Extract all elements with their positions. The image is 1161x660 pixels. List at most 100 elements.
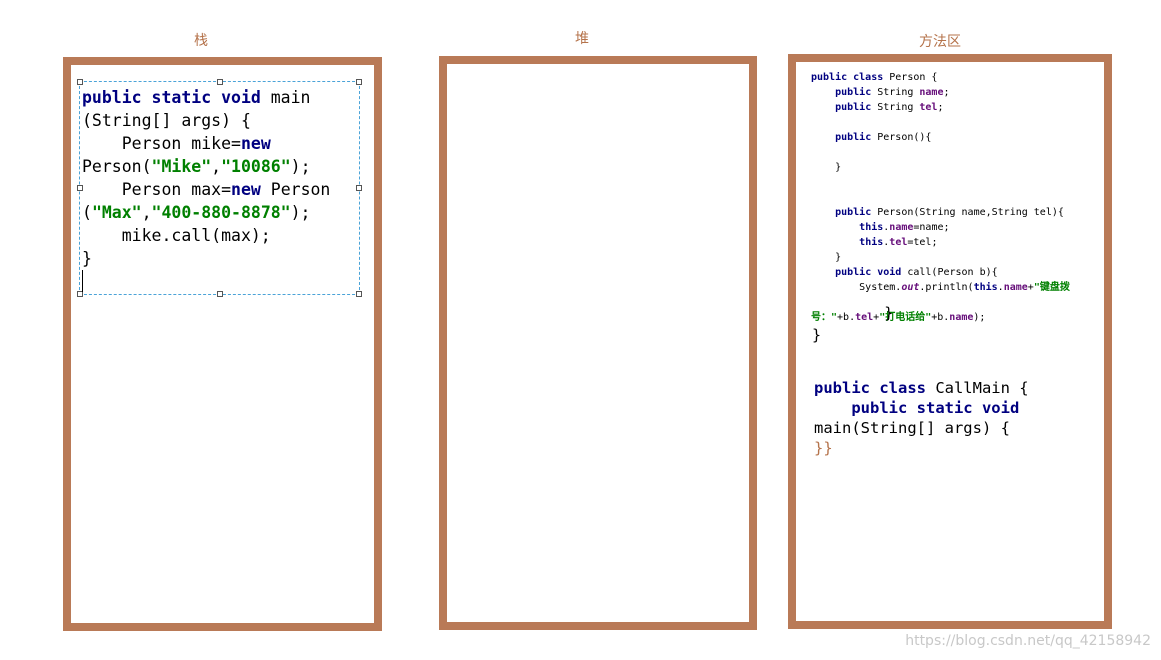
code-line: public Person(){ (811, 130, 1070, 145)
code-token: new (240, 134, 271, 153)
code-token: , (211, 157, 222, 176)
code-token: Person { (883, 72, 938, 83)
code-token: new (231, 180, 261, 199)
code-token: Person (260, 180, 331, 199)
code-token: tel (889, 237, 908, 248)
code-line: public void call(Person b){ (811, 265, 1070, 280)
person-class-code: public class Person { public String name… (811, 70, 1070, 325)
code-token: public void (835, 267, 902, 278)
code-line: } (812, 324, 893, 346)
code-token: ); (290, 157, 311, 176)
method-area-label: 方法区 (919, 34, 961, 50)
code-token: tel (919, 102, 938, 113)
code-token: .println( (919, 282, 974, 293)
code-token: this (973, 282, 998, 293)
code-token: } (811, 162, 842, 173)
resize-handle[interactable] (356, 291, 362, 297)
code-token: ); (973, 312, 986, 323)
resize-handle[interactable] (356, 79, 362, 85)
person-class-closing: }} (812, 302, 893, 346)
code-line: this.tel=tel; (811, 235, 1070, 250)
code-line: }} (814, 438, 1029, 458)
code-token: name (1003, 282, 1028, 293)
code-token: ( (82, 203, 92, 222)
code-token: } (812, 326, 822, 344)
watermark: https://blog.csdn.net/qq_42158942 (905, 633, 1151, 649)
code-token: ; (943, 87, 950, 98)
code-line: } (811, 250, 1070, 265)
code-line: mike.call(max); (82, 224, 330, 247)
code-token: mike.call(max); (82, 226, 271, 245)
code-token: Person(){ (871, 132, 932, 143)
code-token: (String[] args) { (82, 111, 251, 130)
resize-handle[interactable] (356, 185, 362, 191)
stack-code-block[interactable]: public static void main (String[] args) {… (82, 86, 330, 270)
code-line: (String[] args) { (82, 109, 330, 132)
stack-label: 栈 (194, 33, 208, 49)
code-line: public class Person { (811, 70, 1070, 85)
code-token: String (871, 102, 920, 113)
code-token: =tel; (907, 237, 938, 248)
code-token: CallMain { (925, 379, 1029, 397)
code-token: public static void (851, 399, 1020, 417)
code-token: this (859, 222, 884, 233)
resize-handle[interactable] (217, 79, 223, 85)
code-token: "Max" (91, 203, 142, 222)
code-token: call(Person b){ (901, 267, 998, 278)
code-token: public (835, 87, 872, 98)
callmain-class-code: public class CallMain { public static vo… (814, 378, 1029, 458)
code-line: Person mike=new (82, 132, 330, 155)
code-line: } (812, 302, 893, 324)
resize-handle[interactable] (217, 291, 223, 297)
code-line: } (811, 160, 1070, 175)
code-token: name (949, 312, 974, 323)
code-line: public static void main (82, 86, 330, 109)
code-line: this.name=name; (811, 220, 1070, 235)
code-token: =name; (913, 222, 950, 233)
code-line: public Person(String name,String tel){ (811, 205, 1070, 220)
code-line: public String tel; (811, 100, 1070, 115)
code-line: main(String[] args) { (814, 418, 1029, 438)
code-token: } (812, 304, 894, 322)
code-token: out (901, 282, 920, 293)
code-token: public (835, 102, 872, 113)
code-token: Person( (82, 157, 152, 176)
code-token: String (871, 87, 920, 98)
code-token: name (889, 222, 914, 233)
code-token: Person(String name,String tel){ (871, 207, 1064, 218)
code-token: ); (290, 203, 311, 222)
code-token: this (859, 237, 884, 248)
code-token: public (835, 207, 872, 218)
code-token: System. (811, 282, 902, 293)
code-token: "Mike" (151, 157, 212, 176)
code-token: ; (937, 102, 944, 113)
code-token: }} (814, 439, 833, 457)
resize-handle[interactable] (77, 79, 83, 85)
code-token: public static void (82, 88, 261, 107)
code-line: System.out.println(this.name+"键盘拨 (811, 280, 1070, 295)
code-token: name (919, 87, 944, 98)
code-token: "键盘拨 (1033, 282, 1070, 293)
code-token: main (260, 88, 311, 107)
code-line: public class CallMain { (814, 378, 1029, 398)
code-token: "400-880-8878" (151, 203, 291, 222)
code-token: } (811, 252, 842, 263)
code-token: public (835, 132, 872, 143)
heap-box (439, 56, 757, 630)
code-token: } (82, 249, 92, 268)
code-token: public class (814, 379, 926, 397)
code-line: public static void (814, 398, 1029, 418)
code-token: Person mike= (82, 134, 241, 153)
code-line: Person max=new Person (82, 178, 331, 201)
code-token: , (141, 203, 152, 222)
